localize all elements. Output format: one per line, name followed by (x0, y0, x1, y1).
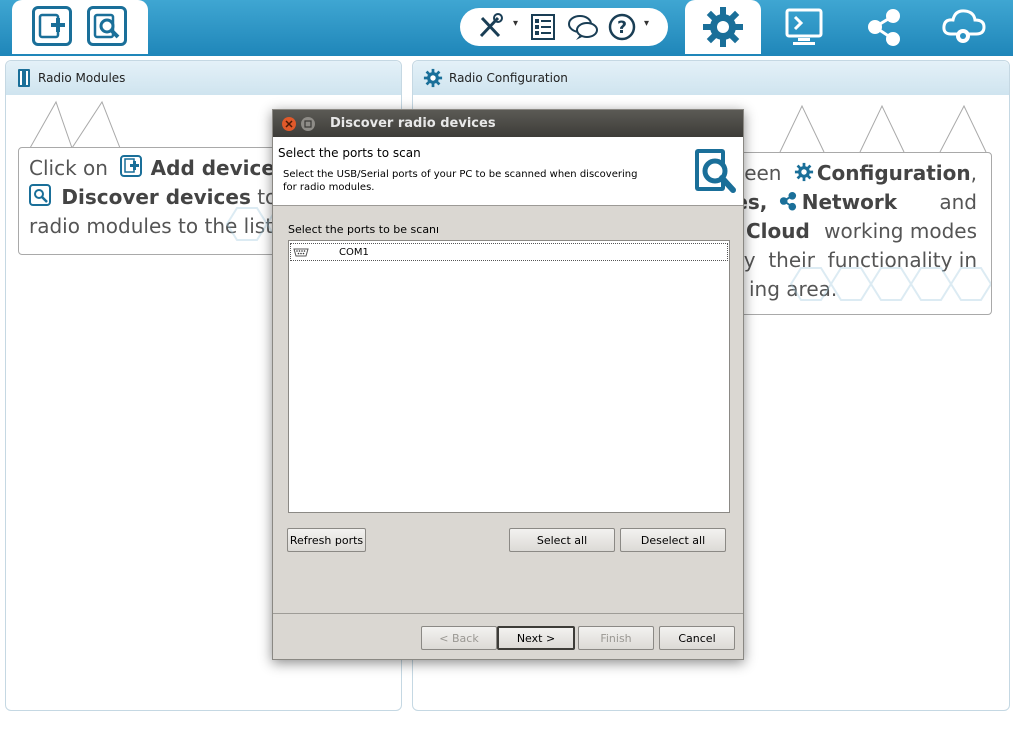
discover-devices-button[interactable] (87, 6, 127, 46)
discover-devices-icon (93, 13, 120, 39)
help-and-text: and (939, 190, 977, 214)
gear-small-icon (423, 68, 443, 88)
radio-configuration-title: Radio Configuration (449, 71, 568, 85)
add-device-button[interactable] (32, 6, 72, 46)
add-device-icon (38, 13, 65, 39)
next-button[interactable]: Next > (497, 626, 575, 650)
dialog-maximize-button[interactable] (301, 116, 315, 131)
tab-configuration[interactable] (685, 0, 761, 54)
tools-menu-arrow[interactable]: ▾ (513, 18, 518, 29)
port-label: COM1 (339, 246, 369, 258)
checklist-button[interactable] (530, 13, 556, 45)
back-button[interactable]: < Back (421, 626, 497, 650)
radio-configuration-header: Radio Configuration (413, 61, 1009, 95)
radio-module-icon (18, 69, 30, 87)
discover-devices-inline-icon (29, 184, 51, 206)
network-icon (868, 9, 900, 46)
tools-icon (479, 13, 503, 38)
help-click-on-text: Click on (29, 156, 108, 180)
help-network-text: Network (801, 190, 897, 214)
help-menu-arrow[interactable]: ▾ (644, 18, 649, 29)
dialog-title: Discover radio devices (330, 116, 496, 131)
tab-network[interactable] (846, 0, 922, 54)
add-device-inline-icon (120, 155, 143, 177)
dialog-separator (273, 613, 743, 614)
dialog-header-title: Select the ports to scan (278, 146, 421, 160)
dialog-titlebar[interactable]: Discover radio devices (273, 110, 743, 137)
checklist-icon (531, 14, 555, 40)
cloud-gear-icon (942, 9, 986, 43)
ports-list[interactable]: COM1 (288, 240, 730, 513)
ports-label: Select the ports to be scanne (288, 223, 438, 236)
help-working-modes-text: working modes (824, 219, 977, 243)
help-button[interactable]: ? (608, 13, 636, 45)
port-row-com1[interactable]: COM1 (290, 243, 728, 261)
close-icon (285, 119, 293, 128)
dialog-header: Select the ports to scan Select the USB/… (273, 137, 743, 206)
app-window: ▾ ? ▾ Radio Modules Click on Add devices… (0, 0, 1013, 740)
main-toolbar: ▾ ? ▾ (0, 0, 1013, 56)
cancel-button[interactable]: Cancel (659, 626, 735, 650)
maximize-icon (304, 119, 312, 128)
svg-text:?: ? (617, 18, 627, 38)
network-inline-icon (779, 191, 796, 211)
console-icon (785, 8, 823, 45)
help-icon: ? (608, 13, 636, 41)
bubble-pointer-decoration (30, 100, 121, 149)
serial-port-icon (293, 248, 309, 256)
dialog-header-description: Select the USB/Serial ports of your PC t… (283, 169, 638, 193)
feedback-button[interactable] (567, 13, 599, 45)
tools-button[interactable] (476, 13, 506, 45)
select-all-button[interactable]: Select all (509, 528, 615, 552)
feedback-icon (568, 15, 598, 40)
discover-devices-logo-icon (695, 149, 736, 193)
configuration-inline-icon (794, 162, 813, 182)
refresh-ports-button[interactable]: Refresh ports (287, 528, 366, 552)
help-configuration-text: Configuration (816, 161, 971, 185)
tools-group: ▾ ? ▾ (460, 8, 668, 46)
radio-modules-title: Radio Modules (38, 71, 126, 85)
dialog-close-button[interactable] (282, 116, 296, 131)
gear-icon (703, 7, 743, 47)
tab-consoles[interactable] (766, 0, 842, 54)
radio-modules-header: Radio Modules (6, 61, 401, 95)
help-add-devices-text: Add devices (150, 156, 287, 180)
discover-dialog: Discover radio devices Select the ports … (272, 109, 744, 660)
deselect-all-button[interactable]: Deselect all (620, 528, 726, 552)
finish-button[interactable]: Finish (578, 626, 654, 650)
device-actions-tab (12, 0, 148, 54)
tab-cloud[interactable] (926, 0, 1002, 54)
